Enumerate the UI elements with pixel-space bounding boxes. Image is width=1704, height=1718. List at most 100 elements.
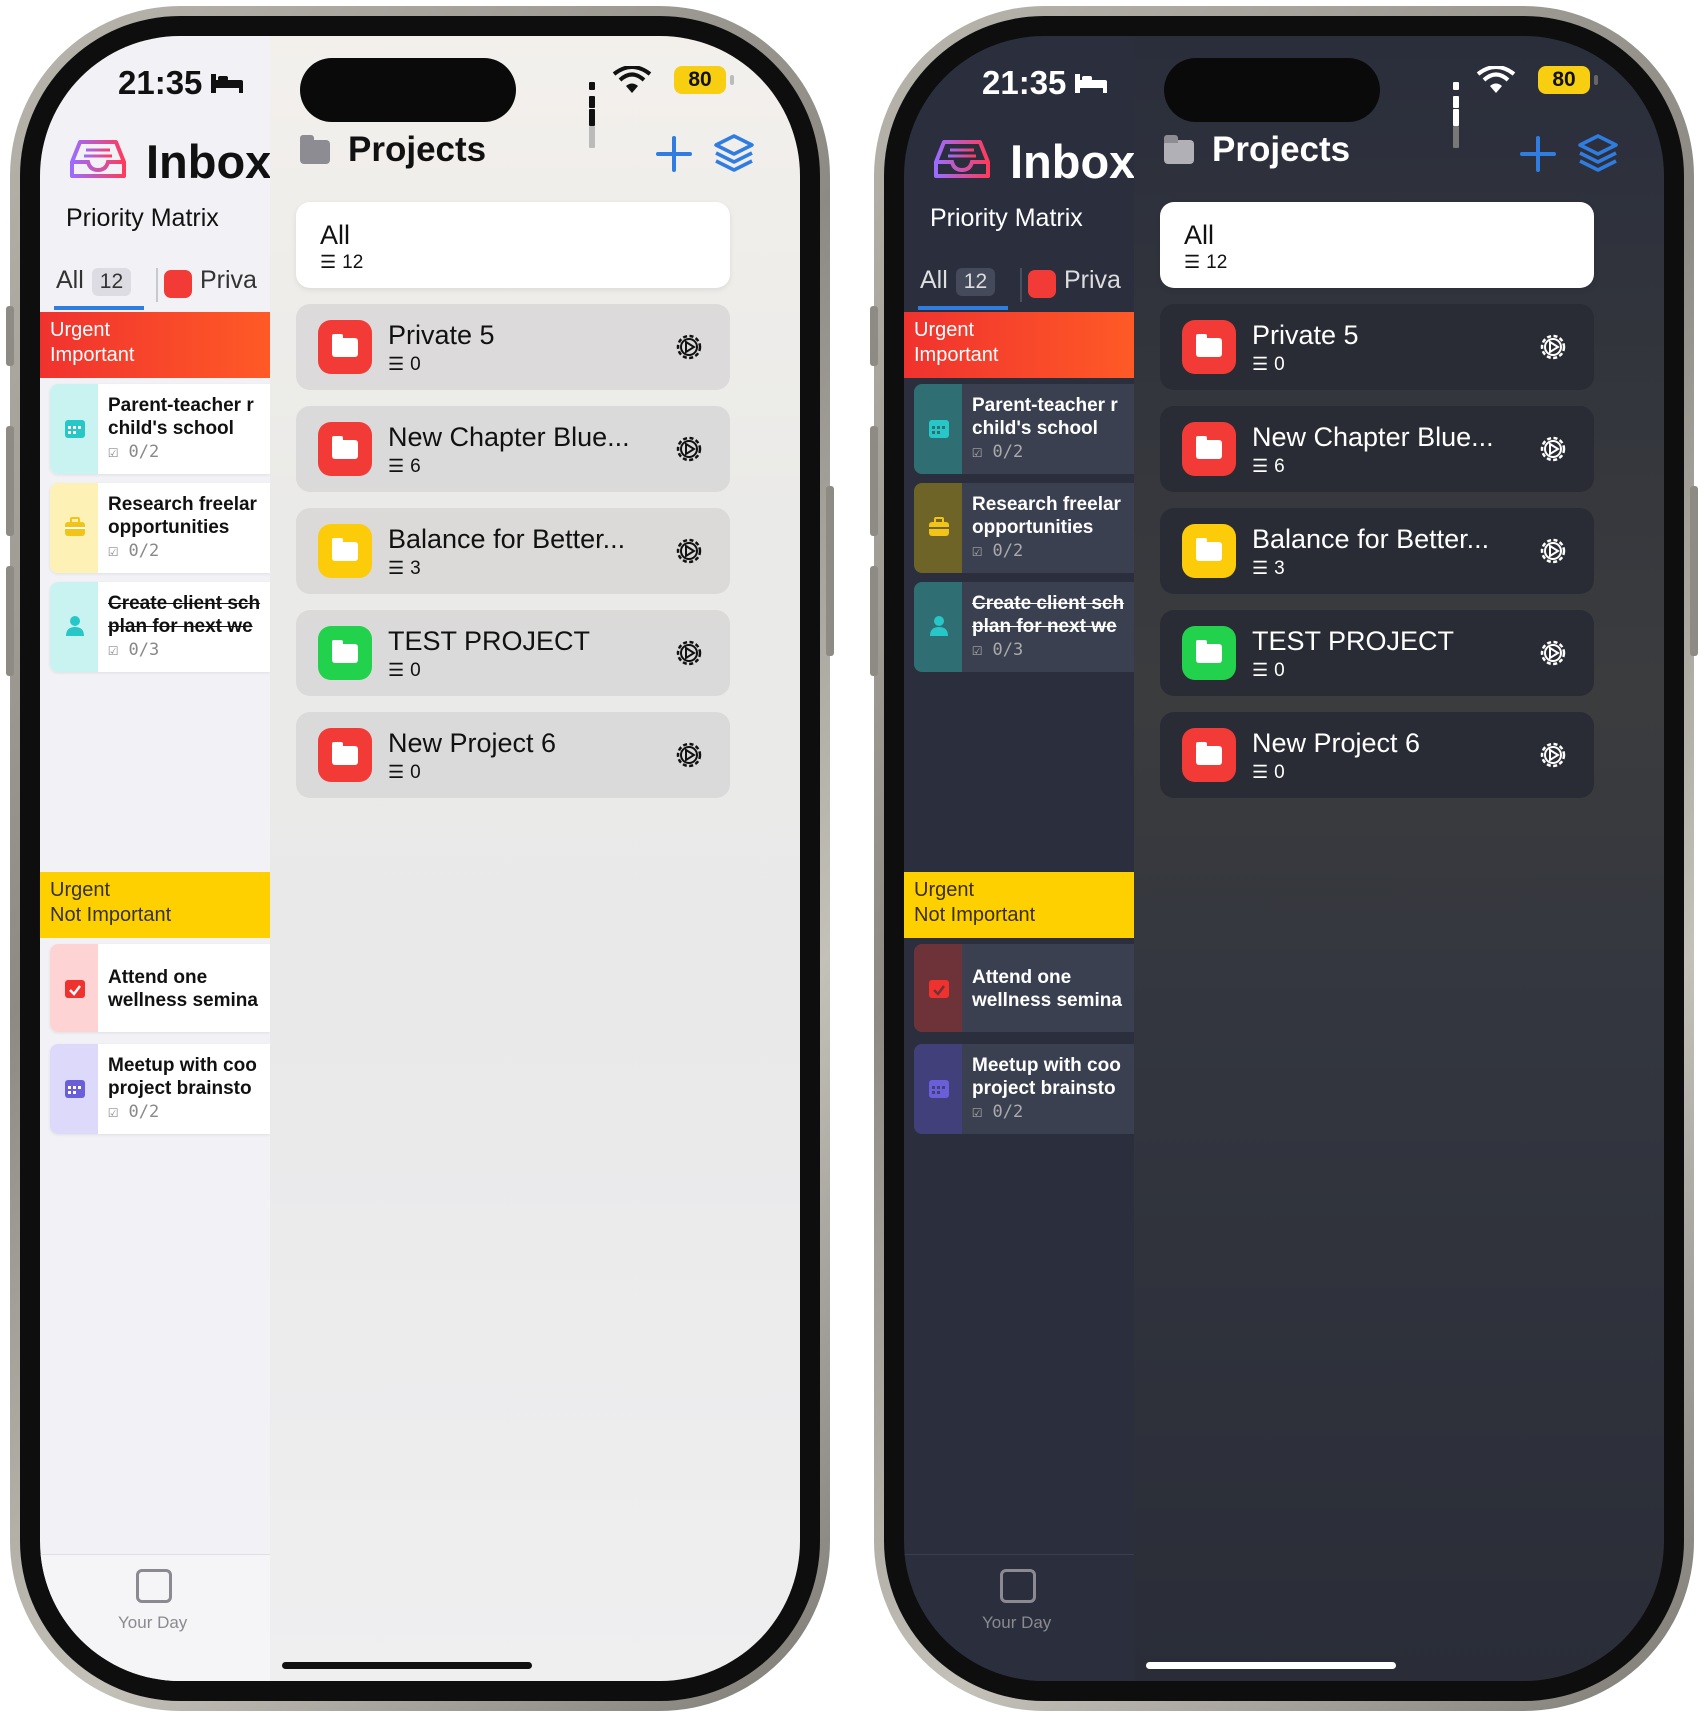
briefcase-icon — [929, 517, 949, 536]
project-card[interactable]: Balance for Better... ☰ 3 — [296, 508, 730, 594]
your-day-tab[interactable]: Your Day — [40, 1554, 270, 1681]
project-name: Balance for Better... — [1252, 524, 1490, 554]
gear-icon[interactable] — [1538, 332, 1568, 362]
gear-icon[interactable] — [674, 740, 704, 770]
project-card[interactable]: Private 5 ☰ 0 — [296, 304, 730, 390]
project-count: 0 — [1274, 762, 1285, 783]
layers-icon[interactable] — [712, 132, 756, 176]
inbox-panel: 21:35 Inbox Priority Matrix All 12 Priva … — [904, 36, 1135, 1681]
task-card[interactable]: Parent-teacher r child's school ☑ 0/2 — [50, 384, 270, 474]
project-name: All — [320, 220, 351, 250]
calendar-grid-icon — [1000, 1569, 1036, 1603]
quadrant-label-2: Important — [50, 344, 135, 366]
task-card[interactable]: Meetup with coo project brainsto ☑ 0/2 — [914, 1044, 1134, 1134]
gear-icon[interactable] — [674, 434, 704, 464]
projects-panel: 80 Projects All ☰ 12 Private 5 ☰ 0 New Chapt… — [270, 36, 800, 1681]
calendar-check-icon — [929, 980, 949, 998]
battery-tip — [730, 75, 734, 85]
home-indicator[interactable] — [282, 1662, 532, 1669]
quadrant-urgent-important: Urgent Important — [40, 312, 270, 378]
project-card[interactable]: New Project 6 ☰ 0 — [1160, 712, 1594, 798]
screen: 21:35 Inbox Priority Matrix All 12 Priva … — [40, 36, 800, 1681]
task-card[interactable]: Parent-teacher r child's school ☑ 0/2 — [914, 384, 1134, 474]
gear-icon[interactable] — [1538, 638, 1568, 668]
list-icon: ☰ — [1252, 558, 1269, 578]
folder-icon — [1164, 135, 1194, 164]
project-card[interactable]: New Chapter Blue... ☰ 6 — [296, 406, 730, 492]
folder-icon — [318, 524, 372, 578]
projects-title: Projects — [1212, 130, 1351, 169]
list-icon: ☰ — [1252, 456, 1269, 476]
project-name: TEST PROJECT — [388, 626, 591, 656]
task-card[interactable]: Research freelar opportunities ☑ 0/2 — [50, 483, 270, 573]
wifi-icon — [1476, 66, 1516, 93]
project-name: New Project 6 — [388, 728, 557, 758]
tab-private[interactable]: Priva — [200, 266, 257, 295]
quadrant-label-2: Not Important — [50, 904, 172, 926]
project-card[interactable]: Balance for Better... ☰ 3 — [1160, 508, 1594, 594]
project-card[interactable]: New Chapter Blue... ☰ 6 — [1160, 406, 1594, 492]
layers-icon[interactable] — [1576, 132, 1620, 176]
calendar-icon — [929, 420, 949, 438]
gear-icon[interactable] — [1538, 536, 1568, 566]
task-title-line: Parent-teacher r — [972, 395, 1118, 416]
tab-selected-indicator — [54, 306, 144, 310]
project-name: New Chapter Blue... — [388, 422, 630, 452]
task-card[interactable]: Meetup with coo project brainsto ☑ 0/2 — [50, 1044, 270, 1134]
project-card[interactable]: New Project 6 ☰ 0 — [296, 712, 730, 798]
folder-icon — [318, 626, 372, 680]
task-card[interactable]: Create client sch plan for next we ☑ 0/3 — [914, 582, 1134, 672]
your-day-tab[interactable]: Your Day — [904, 1554, 1134, 1681]
folder-icon — [1182, 320, 1236, 374]
project-count: 0 — [1274, 660, 1285, 681]
task-card[interactable]: Research freelar opportunities ☑ 0/2 — [914, 483, 1134, 573]
list-icon: ☰ — [388, 456, 405, 476]
project-card[interactable]: Private 5 ☰ 0 — [1160, 304, 1594, 390]
list-icon: ☰ — [388, 660, 405, 680]
project-count: 3 — [410, 558, 421, 579]
task-title-line: wellness semina — [972, 990, 1122, 1011]
briefcase-icon — [65, 517, 85, 536]
task-progress: 0/3 — [128, 640, 160, 660]
task-progress: 0/2 — [992, 442, 1024, 462]
folder-icon — [1182, 626, 1236, 680]
bed-icon — [211, 74, 243, 93]
task-card[interactable]: Attend one wellness semina — [914, 944, 1134, 1032]
list-icon: ☰ — [388, 558, 405, 578]
gear-icon[interactable] — [1538, 434, 1568, 464]
task-card[interactable]: Create client sch plan for next we ☑ 0/3 — [50, 582, 270, 672]
project-card[interactable]: TEST PROJECT ☰ 0 — [1160, 610, 1594, 696]
volume-down-button — [870, 566, 878, 676]
status-time: 21:35 — [118, 64, 203, 101]
tab-all[interactable]: All 12 — [56, 266, 132, 296]
list-icon: ☰ — [1184, 252, 1201, 272]
battery-tip — [1594, 75, 1598, 85]
phone-light-mode: 21:35 Inbox Priority Matrix All 12 Priva … — [6, 6, 834, 1711]
quadrant-label-2: Not Important — [914, 904, 1036, 926]
calendar-icon — [65, 420, 85, 438]
task-card[interactable]: Attend one wellness semina — [50, 944, 270, 1032]
task-progress: 0/2 — [992, 1102, 1024, 1122]
add-project-button[interactable] — [654, 134, 694, 174]
gear-icon[interactable] — [674, 638, 704, 668]
tab-private[interactable]: Priva — [1064, 266, 1121, 295]
task-title-line: Research freelar — [972, 494, 1121, 515]
calendar-grid-icon — [136, 1569, 172, 1603]
tab-divider — [1020, 268, 1022, 302]
project-all[interactable]: All ☰ 12 — [296, 202, 730, 288]
list-icon: ☰ — [388, 354, 405, 374]
task-progress: 0/2 — [992, 541, 1024, 561]
project-card[interactable]: TEST PROJECT ☰ 0 — [296, 610, 730, 696]
gear-icon[interactable] — [674, 536, 704, 566]
tab-all[interactable]: All 12 — [920, 266, 996, 296]
list-icon: ☰ — [1252, 660, 1269, 680]
task-progress: 0/2 — [128, 442, 160, 462]
inbox-subtitle: Priority Matrix — [66, 204, 219, 232]
add-project-button[interactable] — [1518, 134, 1558, 174]
home-indicator[interactable] — [1146, 1662, 1396, 1669]
gear-icon[interactable] — [1538, 740, 1568, 770]
inbox-subtitle: Priority Matrix — [930, 204, 1083, 232]
project-all[interactable]: All ☰ 12 — [1160, 202, 1594, 288]
dynamic-island — [300, 58, 516, 122]
gear-icon[interactable] — [674, 332, 704, 362]
